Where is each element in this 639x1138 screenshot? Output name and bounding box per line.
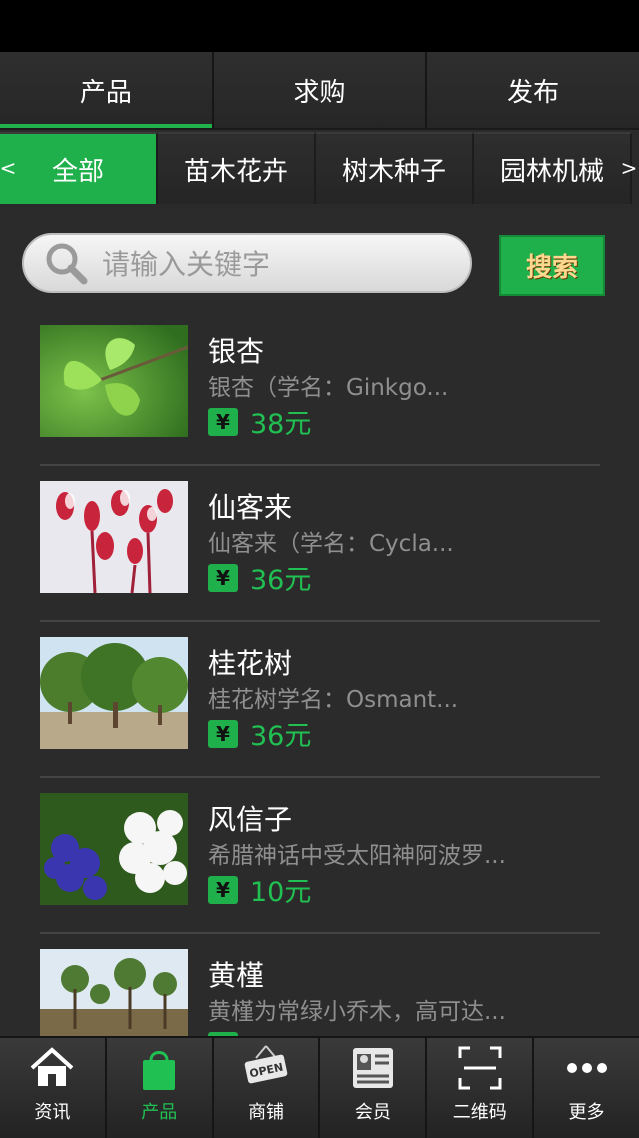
shopping-bag-icon <box>143 1051 176 1090</box>
product-image-osmanthus <box>40 637 188 749</box>
open-sign-icon: OPEN <box>244 1045 288 1084</box>
product-name: 银杏 <box>208 335 265 368</box>
product-item[interactable]: 黄槿 黄槿为常绿小乔木，高可达... ¥ 120元 <box>40 934 600 1036</box>
price-value: 120元 <box>250 1026 329 1036</box>
category-all[interactable]: 全部 <box>0 132 158 204</box>
product-name: 风信子 <box>208 803 293 836</box>
product-list: 银杏 银杏（学名：Ginkgo... ¥ 38元 仙客来 仙客来（学名：Cycl… <box>0 310 639 1036</box>
tab-purchase-requests[interactable]: 求购 <box>214 52 428 128</box>
product-price: ¥ 120元 <box>208 1026 329 1036</box>
top-tab-bar: 产品 求购 发布 <box>0 52 639 130</box>
id-card-icon <box>352 1048 393 1088</box>
product-description: 银杏（学名：Ginkgo... <box>208 375 449 401</box>
category-tree-seeds[interactable]: 树木种子 <box>316 132 474 204</box>
product-description: 桂花树学名：Osmant... <box>208 687 459 713</box>
yen-icon: ¥ <box>208 407 238 436</box>
product-price: ¥ 10元 <box>208 870 311 909</box>
nav-members[interactable]: 会员 <box>320 1038 428 1138</box>
yen-icon: ¥ <box>208 875 238 904</box>
nav-shops[interactable]: OPEN 商铺 <box>214 1038 321 1138</box>
nav-label: 商铺 <box>248 1102 285 1123</box>
product-item[interactable]: 仙客来 仙客来（学名：Cycla... ¥ 36元 <box>40 466 600 622</box>
yen-icon: ¥ <box>208 719 238 748</box>
more-dots-icon <box>566 1063 607 1073</box>
nav-label: 更多 <box>568 1102 605 1123</box>
house-icon <box>31 1047 74 1086</box>
product-price: ¥ 38元 <box>208 402 311 441</box>
product-item[interactable]: 风信子 希腊神话中受太阳神阿波罗... ¥ 10元 <box>40 778 600 934</box>
search-placeholder: 请输入关键字 <box>102 248 271 281</box>
bottom-nav: 资讯 产品 OPEN 商铺 会员 二维码 更多 <box>0 1036 639 1138</box>
nav-qr-code[interactable]: 二维码 <box>427 1038 535 1138</box>
price-value: 38元 <box>250 409 312 440</box>
nav-news[interactable]: 资讯 <box>0 1038 107 1138</box>
category-scroll-left-icon[interactable]: < <box>0 132 16 204</box>
category-scroll-right-icon[interactable]: > <box>621 132 638 204</box>
product-item[interactable]: 银杏 银杏（学名：Ginkgo... ¥ 38元 <box>40 310 600 466</box>
nav-label: 二维码 <box>452 1102 507 1123</box>
product-image-cyclamen <box>40 481 188 593</box>
product-price: ¥ 36元 <box>208 714 311 753</box>
price-value: 36元 <box>250 565 312 596</box>
search-input[interactable]: 请输入关键字 <box>22 233 472 293</box>
status-bar <box>0 0 639 52</box>
tab-publish[interactable]: 发布 <box>427 52 639 128</box>
product-name: 黄槿 <box>208 959 265 992</box>
category-bar: 全部 苗木花卉 树木种子 园林机械 < > <box>0 132 639 208</box>
nav-products[interactable]: 产品 <box>107 1038 214 1138</box>
product-name: 仙客来 <box>208 491 293 524</box>
product-description: 黄槿为常绿小乔木，高可达... <box>208 999 506 1025</box>
yen-icon: ¥ <box>208 563 238 592</box>
product-image-hibiscus <box>40 949 188 1036</box>
tab-products[interactable]: 产品 <box>0 52 214 128</box>
product-item[interactable]: 桂花树 桂花树学名：Osmant... ¥ 36元 <box>40 622 600 778</box>
category-nursery-flowers[interactable]: 苗木花卉 <box>158 132 316 204</box>
product-description: 希腊神话中受太阳神阿波罗... <box>208 843 506 869</box>
product-description: 仙客来（学名：Cycla... <box>208 531 454 557</box>
product-name: 桂花树 <box>208 647 293 680</box>
price-value: 10元 <box>250 877 312 908</box>
category-garden-machinery[interactable]: 园林机械 <box>474 132 632 204</box>
qr-scan-icon <box>458 1046 502 1090</box>
search-button[interactable]: 搜索 <box>499 235 605 296</box>
nav-label: 会员 <box>354 1102 391 1123</box>
price-value: 36元 <box>250 721 312 752</box>
product-image-hyacinth <box>40 793 188 905</box>
nav-more[interactable]: 更多 <box>534 1038 639 1138</box>
nav-label: 产品 <box>141 1102 178 1123</box>
search-icon <box>46 243 88 285</box>
product-image-ginkgo <box>40 325 188 437</box>
product-price: ¥ 36元 <box>208 558 311 597</box>
nav-label: 资讯 <box>34 1102 71 1123</box>
